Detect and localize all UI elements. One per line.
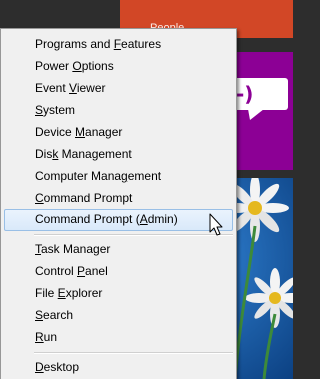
menu-separator [34, 234, 233, 236]
menu-item-file-explorer[interactable]: File Explorer [4, 283, 233, 305]
mouse-pointer-icon [209, 213, 223, 236]
menu-item-command-prompt[interactable]: Command Prompt [4, 188, 233, 210]
speech-bubble-icon: -) [234, 78, 288, 120]
menu-item-power-options[interactable]: Power Options [4, 56, 233, 78]
menu-item-run[interactable]: Run [4, 327, 233, 349]
menu-item-disk-management[interactable]: Disk Management [4, 144, 233, 166]
svg-text:-): -) [236, 82, 253, 106]
menu-item-search[interactable]: Search [4, 305, 233, 327]
menu-item-desktop[interactable]: Desktop [4, 357, 233, 379]
menu-item-device-manager[interactable]: Device Manager [4, 122, 233, 144]
menu-separator [34, 352, 233, 354]
power-user-menu: Programs and Features Power Options Even… [0, 28, 237, 379]
menu-item-control-panel[interactable]: Control Panel [4, 261, 233, 283]
menu-item-command-prompt-admin[interactable]: Command Prompt (Admin) [4, 209, 233, 231]
menu-item-system[interactable]: System [4, 100, 233, 122]
menu-item-event-viewer[interactable]: Event Viewer [4, 78, 233, 100]
menu-item-task-manager[interactable]: Task Manager [4, 239, 233, 261]
menu-item-computer-management[interactable]: Computer Management [4, 166, 233, 188]
menu-item-programs-and-features[interactable]: Programs and Features [4, 34, 233, 56]
